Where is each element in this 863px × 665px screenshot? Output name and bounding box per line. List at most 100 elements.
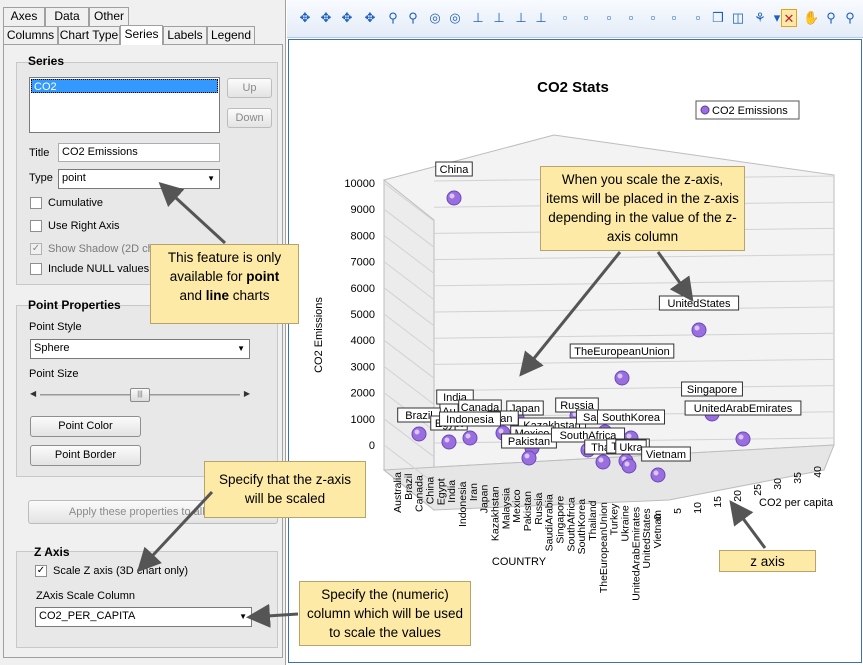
tab-labels[interactable]: Labels xyxy=(163,26,207,45)
box-7-icon[interactable]: ▫ xyxy=(690,9,706,27)
chart-type-icon[interactable]: ⚘ xyxy=(752,9,768,27)
callout-line-1: This feature is only xyxy=(167,250,282,265)
data-label: UnitedArabEmirates xyxy=(694,403,793,415)
data-point-highlight xyxy=(524,453,530,459)
series-type-select[interactable]: point ▼ xyxy=(58,169,220,189)
zoom-window-icon[interactable]: ⚲ xyxy=(842,9,858,27)
zoom-in-icon[interactable]: ⚲ xyxy=(385,9,401,27)
tab-other[interactable]: Other xyxy=(89,7,129,26)
cumulative-label: Cumulative xyxy=(48,197,104,209)
z-tick-label: 20 xyxy=(732,490,744,502)
series-list[interactable]: CO2 xyxy=(29,77,220,133)
perspective-icon[interactable]: ◎ xyxy=(427,9,443,27)
rotate-y-icon[interactable]: ✥ xyxy=(318,9,334,27)
point-size-slider[interactable]: ◀ ||| ▶ xyxy=(30,387,250,403)
chart-toolbar: ✥ ✥ ✥ ✥ ⚲ ⚲ ◎ ◎ ⊥ ⊥ ⊥ ⊥ ▫ ▫ ▫ ▫ ▫ ▫ ▫ ❒ ◫ ⚘ ▾ ✕ ✋ ⚲ ⚲ xyxy=(287,0,863,38)
data-point xyxy=(411,426,427,442)
scale-z-axis-checkbox[interactable]: ✓ Scale Z axis (3D chart only) xyxy=(35,565,188,577)
legend-marker xyxy=(700,105,710,115)
y-tick-label: 5000 xyxy=(351,309,375,321)
data-label: Vietnam xyxy=(646,449,686,461)
tab-legend[interactable]: Legend xyxy=(207,26,255,45)
rotate-xy-icon[interactable]: ✥ xyxy=(362,9,378,27)
data-point xyxy=(735,431,751,447)
down-button[interactable]: Down xyxy=(227,108,272,128)
no-rotate-icon[interactable]: ✕ xyxy=(781,9,797,27)
box-4-icon[interactable]: ▫ xyxy=(623,9,639,27)
axis-right-icon[interactable]: ⊥ xyxy=(491,9,507,27)
arrow-right-icon[interactable]: ▶ xyxy=(244,389,250,398)
zoom-fit-icon[interactable]: ⚲ xyxy=(823,9,839,27)
data-point-highlight xyxy=(598,457,604,463)
type-label: Type xyxy=(29,172,53,184)
box-2-icon[interactable]: ▫ xyxy=(578,9,594,27)
chevron-down-icon: ▼ xyxy=(239,612,247,621)
cube-frame-icon[interactable]: ◫ xyxy=(730,9,746,27)
show-shadow-checkbox[interactable]: ✓ Show Shadow (2D ch xyxy=(30,243,154,255)
box-5-icon[interactable]: ▫ xyxy=(645,9,661,27)
checkbox-box xyxy=(30,263,42,275)
include-null-checkbox[interactable]: Include NULL values xyxy=(30,263,149,275)
z-tick-label: 5 xyxy=(672,508,684,514)
y-tick-label: 1000 xyxy=(351,414,375,426)
data-label: Ukra xyxy=(619,442,643,454)
legend-label: CO2 Emissions xyxy=(712,105,788,117)
y-tick-label: 6000 xyxy=(351,283,375,295)
z-tick-label: 35 xyxy=(792,472,804,484)
data-label: China xyxy=(440,164,470,176)
tab-chart-type[interactable]: Chart Type xyxy=(58,26,120,45)
arrow-left-icon[interactable]: ◀ xyxy=(30,389,36,398)
hand-icon[interactable]: ✋ xyxy=(803,9,819,27)
z-tick-label: 30 xyxy=(772,478,784,490)
data-label: SouthKorea xyxy=(602,412,661,424)
slider-thumb[interactable]: ||| xyxy=(130,388,150,402)
data-point xyxy=(621,458,637,474)
data-label: Brazil xyxy=(405,410,433,422)
series-title-field[interactable]: CO2 Emissions xyxy=(58,143,220,162)
point-color-button[interactable]: Point Color xyxy=(30,416,141,437)
zaxis-column-select[interactable]: CO2_PER_CAPITA ▼ xyxy=(35,607,252,627)
use-right-axis-checkbox[interactable]: Use Right Axis xyxy=(30,220,120,232)
z-tick-label: 10 xyxy=(692,502,704,514)
point-properties-title: Point Properties xyxy=(28,298,121,312)
data-point-highlight xyxy=(738,434,744,440)
data-point-highlight xyxy=(465,433,471,439)
cube-icon[interactable]: ❒ xyxy=(710,9,726,27)
left-wall xyxy=(383,178,435,512)
data-point xyxy=(595,454,611,470)
zoom-out-icon[interactable]: ⚲ xyxy=(405,9,421,27)
tab-series[interactable]: Series xyxy=(120,25,163,45)
y-tick-label: 2000 xyxy=(351,388,375,400)
checkbox-checked-icon: ✓ xyxy=(30,243,42,255)
y-tick-label: 3000 xyxy=(351,361,375,373)
callout-line-2a: available for xyxy=(169,269,247,284)
axis-up-icon[interactable]: ⊥ xyxy=(513,9,529,27)
tab-axes[interactable]: Axes xyxy=(3,7,45,26)
data-point-highlight xyxy=(498,428,504,434)
point-border-button[interactable]: Point Border xyxy=(30,445,141,466)
tab-columns[interactable]: Columns xyxy=(3,26,58,45)
box-3-icon[interactable]: ▫ xyxy=(601,9,617,27)
data-label: TheEuropeanUnion xyxy=(574,346,669,358)
y-axis-ticks: 0 1000 2000 3000 4000 5000 6000 7000 8000 9000 100… xyxy=(344,178,375,452)
axis-down-icon[interactable]: ⊥ xyxy=(533,9,549,27)
point-style-select[interactable]: Sphere ▼ xyxy=(30,339,250,359)
y-tick-label: 8000 xyxy=(351,230,375,242)
data-point-highlight xyxy=(444,437,450,443)
perspective-reset-icon[interactable]: ◎ xyxy=(447,9,463,27)
series-list-item[interactable]: CO2 xyxy=(31,79,218,93)
up-button[interactable]: Up xyxy=(227,78,272,98)
axis-left-icon[interactable]: ⊥ xyxy=(470,9,486,27)
data-point-highlight xyxy=(653,470,659,476)
box-6-icon[interactable]: ▫ xyxy=(666,9,682,27)
data-point xyxy=(521,450,537,466)
rotate-x-icon[interactable]: ✥ xyxy=(297,9,313,27)
callout-z-axis: z axis xyxy=(719,550,816,572)
box-1-icon[interactable]: ▫ xyxy=(557,9,573,27)
rotate-z-icon[interactable]: ✥ xyxy=(339,9,355,27)
tab-data[interactable]: Data xyxy=(45,7,89,26)
callout-line-3b: line xyxy=(205,288,230,303)
y-tick-label: 0 xyxy=(369,440,375,452)
scale-z-axis-label: Scale Z axis (3D chart only) xyxy=(53,565,189,577)
cumulative-checkbox[interactable]: Cumulative xyxy=(30,197,103,209)
